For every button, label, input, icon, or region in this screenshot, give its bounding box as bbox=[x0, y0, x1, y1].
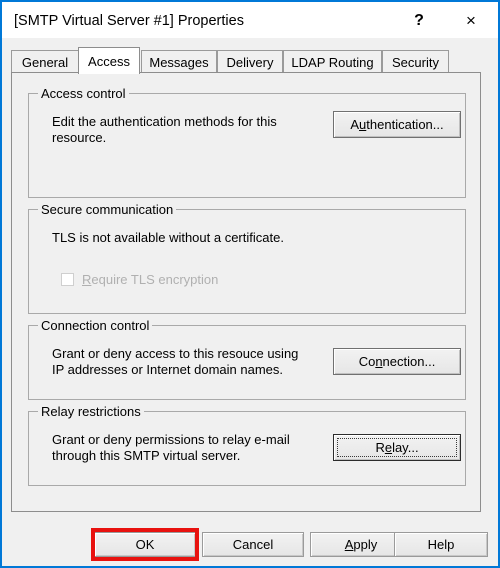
connection-button[interactable]: Connection... bbox=[333, 348, 461, 375]
tab-general[interactable]: General bbox=[11, 50, 79, 73]
relay-restrictions-description: Grant or deny permissions to relay e-mai… bbox=[52, 432, 290, 463]
help-icon[interactable]: ? bbox=[396, 2, 442, 40]
access-control-group-title: Access control bbox=[38, 86, 129, 101]
checkbox-box bbox=[61, 273, 74, 286]
access-control-group: Access control Edit the authentication m… bbox=[28, 86, 466, 198]
access-tab-panel: Access control Edit the authentication m… bbox=[11, 72, 481, 512]
help-button[interactable]: Help bbox=[394, 532, 488, 557]
tab-delivery[interactable]: Delivery bbox=[217, 50, 283, 73]
tab-strip: General Access Messages Delivery LDAP Ro… bbox=[11, 47, 481, 74]
tab-security[interactable]: Security bbox=[382, 50, 449, 73]
tab-messages[interactable]: Messages bbox=[141, 50, 217, 73]
close-icon[interactable]: × bbox=[448, 2, 494, 40]
require-tls-encryption-checkbox: Require TLS encryption bbox=[61, 272, 218, 287]
apply-button-label: Apply bbox=[344, 537, 378, 552]
relay-restrictions-group: Relay restrictions Grant or deny permiss… bbox=[28, 404, 466, 486]
require-tls-encryption-label: Require TLS encryption bbox=[82, 272, 219, 287]
properties-dialog-window: [SMTP Virtual Server #1] Properties ? × … bbox=[0, 0, 500, 568]
connection-control-group: Connection control Grant or deny access … bbox=[28, 318, 466, 400]
tab-access[interactable]: Access bbox=[78, 47, 140, 74]
relay-button-label: Relay... bbox=[375, 440, 419, 455]
access-control-description: Edit the authentication methods for this… bbox=[52, 114, 277, 145]
authentication-button[interactable]: Authentication... bbox=[333, 111, 461, 138]
cancel-button[interactable]: Cancel bbox=[202, 532, 304, 557]
window-title: [SMTP Virtual Server #1] Properties bbox=[14, 13, 244, 29]
connection-control-description: Grant or deny access to this resouce usi… bbox=[52, 346, 299, 377]
title-bar: [SMTP Virtual Server #1] Properties ? × bbox=[2, 0, 498, 38]
relay-button[interactable]: Relay... bbox=[333, 434, 461, 461]
ok-button[interactable]: OK bbox=[94, 532, 196, 557]
secure-communication-group-title: Secure communication bbox=[38, 202, 177, 217]
tab-ldap-routing[interactable]: LDAP Routing bbox=[283, 50, 382, 73]
secure-communication-description: TLS is not available without a certifica… bbox=[52, 230, 284, 245]
relay-restrictions-group-title: Relay restrictions bbox=[38, 404, 144, 419]
authentication-button-label: Authentication... bbox=[350, 117, 444, 132]
connection-button-label: Connection... bbox=[358, 354, 436, 369]
secure-communication-group: Secure communication TLS is not availabl… bbox=[28, 202, 466, 314]
connection-control-group-title: Connection control bbox=[38, 318, 153, 333]
